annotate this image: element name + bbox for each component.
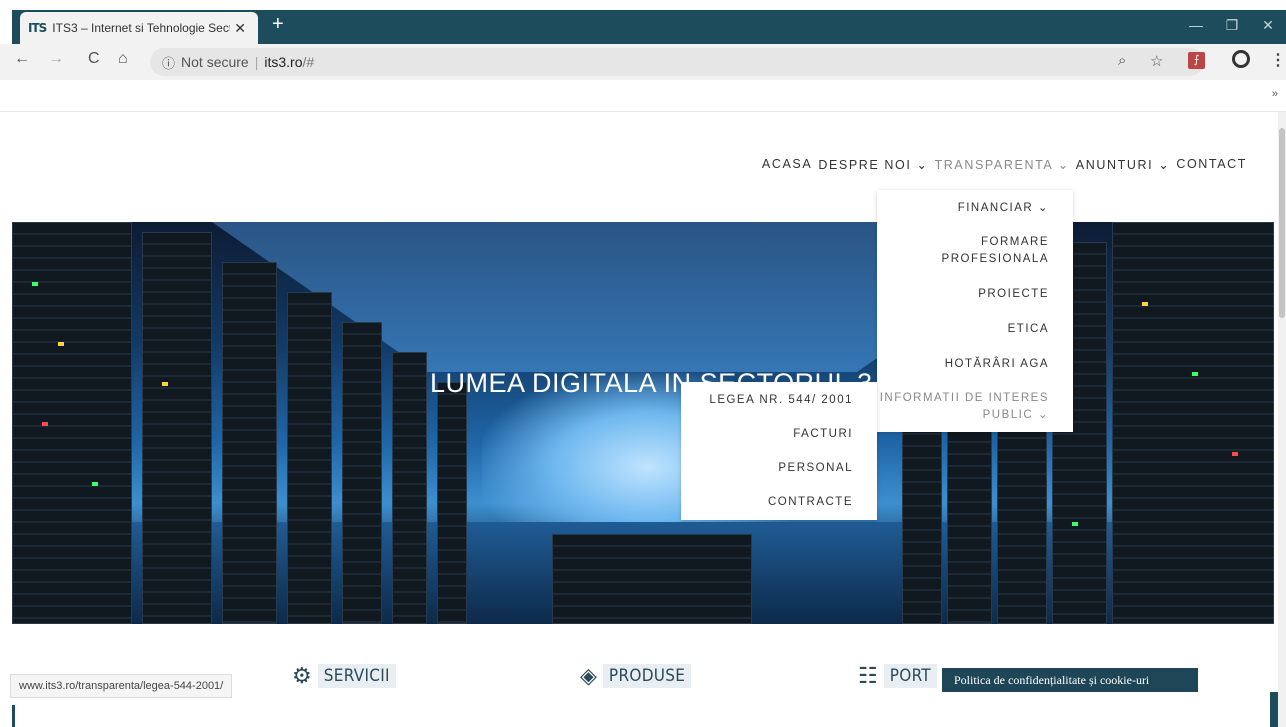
gears-icon: ⚙: [292, 663, 312, 688]
submenu-item-facturi[interactable]: FACTURI: [793, 428, 853, 440]
menu-item-hotarari-aga[interactable]: HOTĂRÂRI AGA: [945, 356, 1049, 373]
browser-window: ITS ITS3 – Internet si Tehnologie Sect ✕…: [0, 0, 1286, 727]
layers-icon: ◈: [580, 663, 597, 688]
status-bar-url: www.its3.ro/transparenta/legea-544-2001/: [10, 674, 233, 698]
informatii-submenu: LEGEA NR. 544/ 2001 FACTURI PERSONAL CON…: [681, 382, 877, 520]
server-rack: [392, 352, 427, 624]
footer-accent: [12, 705, 15, 727]
submenu-item-legea-544[interactable]: LEGEA NR. 544/ 2001: [709, 394, 853, 406]
submenu-item-contracte[interactable]: CONTRACTE: [768, 496, 853, 508]
server-rack: [437, 382, 467, 624]
menu-item-etica[interactable]: ETICA: [1008, 321, 1049, 338]
address-separator: |: [254, 54, 259, 70]
new-tab-button[interactable]: +: [272, 14, 284, 34]
restore-button[interactable]: ❐: [1214, 10, 1250, 40]
status-led: [1142, 302, 1148, 306]
tab-title: ITS3 – Internet si Tehnologie Sect: [52, 21, 231, 35]
menu-item-profesionala[interactable]: PROFESIONALA: [942, 251, 1049, 268]
status-led: [92, 482, 98, 486]
pdf-extension-icon[interactable]: ⨍: [1188, 52, 1205, 69]
back-button[interactable]: ←: [14, 50, 30, 68]
footer-accent: [1270, 692, 1278, 727]
server-rack: [1112, 222, 1274, 624]
server-rack-row: [552, 534, 752, 624]
tab-strip: ITS ITS3 – Internet si Tehnologie Sect ✕…: [0, 0, 1286, 44]
site-info-icon[interactable]: ⓘ: [162, 53, 175, 72]
menu-item-proiecte[interactable]: PROIECTE: [978, 286, 1049, 303]
close-window-button[interactable]: ✕: [1250, 10, 1286, 40]
browser-toolbar: ← → C ⌂ ⓘ Not secure | its3.ro /# ⌕ ☆: [0, 44, 1286, 80]
url-host: its3.ro: [264, 54, 303, 70]
cookie-policy-link[interactable]: Politica de confidențialitate și cookie-…: [942, 668, 1198, 692]
hero-banner: LUMEA DIGITALA IN SECTORUL 3: [12, 222, 1274, 624]
transparenta-dropdown: FINANCIAR ⌄ FORMARE PROFESIONALA PROIECT…: [877, 190, 1073, 432]
status-led: [1192, 372, 1198, 376]
account-icon[interactable]: [1232, 50, 1250, 68]
menu-item-financiar[interactable]: FINANCIAR ⌄: [958, 200, 1049, 217]
status-led: [1072, 522, 1078, 526]
browser-tab[interactable]: ITS ITS3 – Internet si Tehnologie Sect ✕: [20, 12, 258, 44]
bookmarks-overflow-icon[interactable]: »: [1272, 88, 1278, 100]
minimize-button[interactable]: —: [1178, 10, 1214, 40]
zoom-icon[interactable]: ⌕: [1118, 52, 1126, 69]
server-rack: [12, 222, 132, 624]
feature-label: SERVICII: [317, 664, 396, 688]
feature-label: PORT: [883, 664, 937, 688]
bookmark-star-icon[interactable]: ☆: [1150, 52, 1163, 70]
status-led: [58, 342, 64, 346]
nav-item-despre-noi[interactable]: DESPRE NOI ⌄: [815, 157, 931, 172]
main-navigation: ACASA DESPRE NOI ⌄ TRANSPARENTA ⌄ ANUNTU…: [759, 157, 1250, 172]
feature-produse[interactable]: ◈ PRODUSE: [580, 660, 692, 692]
feature-servicii[interactable]: ⚙ SERVICII: [292, 660, 396, 692]
status-led: [32, 282, 38, 286]
nav-item-acasa[interactable]: ACASA: [759, 157, 815, 172]
home-button[interactable]: ⌂: [118, 50, 128, 68]
address-bar[interactable]: ⓘ Not secure | its3.ro /#: [150, 48, 1204, 76]
scrollbar-thumb[interactable]: [1279, 128, 1285, 318]
nav-item-transparenta[interactable]: TRANSPARENTA ⌄: [932, 157, 1073, 172]
server-rack: [222, 262, 277, 624]
reload-button[interactable]: C: [88, 50, 100, 68]
server-rack: [287, 292, 332, 624]
bookmarks-bar: »: [0, 80, 1286, 112]
server-rack: [142, 232, 212, 624]
security-status: Not secure: [181, 54, 249, 70]
feature-portofoliu[interactable]: ☷ PORT: [858, 660, 937, 692]
more-menu-icon[interactable]: ⋮: [1270, 50, 1286, 70]
menu-item-formare[interactable]: FORMARE: [981, 234, 1049, 251]
nav-item-contact[interactable]: CONTACT: [1173, 157, 1250, 172]
menu-item-informatii[interactable]: INFORMATII DE INTERES: [880, 390, 1049, 407]
nav-item-anunturi[interactable]: ANUNTURI ⌄: [1073, 157, 1174, 172]
status-led: [162, 382, 168, 386]
menu-item-public[interactable]: PUBLIC ⌄: [983, 407, 1049, 424]
submenu-item-personal[interactable]: PERSONAL: [778, 462, 853, 474]
close-tab-icon[interactable]: ✕: [234, 20, 246, 37]
server-rack: [342, 322, 382, 624]
feature-label: PRODUSE: [602, 664, 692, 688]
status-led: [42, 422, 48, 426]
status-led: [1232, 452, 1238, 456]
url-path: /#: [302, 54, 315, 70]
site-favicon-icon: ITS: [28, 21, 47, 35]
network-icon: ☷: [858, 663, 878, 688]
forward-button[interactable]: →: [48, 50, 64, 68]
window-controls: — ❐ ✕: [1178, 10, 1286, 40]
